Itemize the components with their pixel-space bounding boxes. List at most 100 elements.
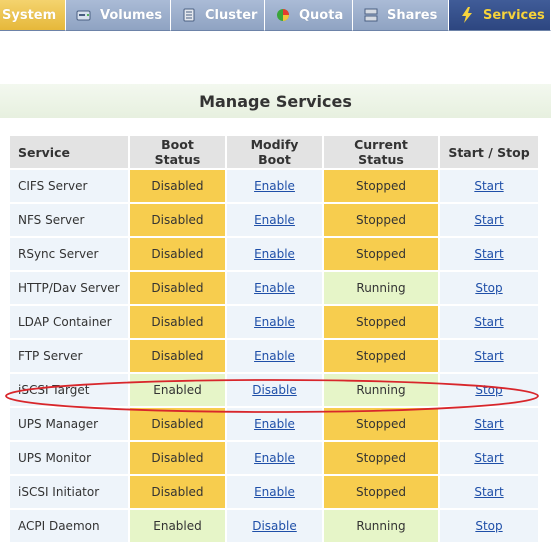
cluster-icon bbox=[181, 8, 197, 22]
modify-boot-link[interactable]: Enable bbox=[254, 451, 295, 465]
start-stop-cell: Start bbox=[440, 306, 538, 338]
page-title: Manage Services bbox=[0, 84, 551, 118]
table-row: CIFS Server Disabled Enable Stopped Start bbox=[10, 170, 538, 202]
start-stop-cell: Stop bbox=[440, 272, 538, 304]
tab-cluster[interactable]: Cluster bbox=[171, 0, 265, 31]
shares-icon bbox=[363, 8, 379, 22]
boot-status: Disabled bbox=[130, 476, 225, 508]
boot-status: Disabled bbox=[130, 170, 225, 202]
modify-boot-link[interactable]: Enable bbox=[254, 247, 295, 261]
modify-boot-link[interactable]: Enable bbox=[254, 417, 295, 431]
col-header-modify-boot: Modify Boot bbox=[227, 136, 322, 168]
modify-boot-cell: Enable bbox=[227, 170, 322, 202]
tab-volumes[interactable]: Volumes bbox=[66, 0, 171, 31]
current-status: Stopped bbox=[324, 442, 438, 474]
modify-boot-cell: Enable bbox=[227, 272, 322, 304]
modify-boot-link[interactable]: Disable bbox=[252, 383, 297, 397]
tab-services[interactable]: Services bbox=[449, 0, 551, 31]
quota-icon bbox=[275, 8, 291, 22]
boot-status: Enabled bbox=[130, 510, 225, 542]
modify-boot-link[interactable]: Enable bbox=[254, 281, 295, 295]
volumes-icon bbox=[76, 8, 92, 22]
start-stop-cell: Stop bbox=[440, 510, 538, 542]
table-row: iSCSI Target Enabled Disable Running Stop bbox=[10, 374, 538, 406]
service-name: HTTP/Dav Server bbox=[10, 272, 128, 304]
table-row: UPS Monitor Disabled Enable Stopped Start bbox=[10, 442, 538, 474]
service-name: ACPI Daemon bbox=[10, 510, 128, 542]
col-header-boot-status: Boot Status bbox=[130, 136, 225, 168]
col-header-service: Service bbox=[10, 136, 128, 168]
tab-volumes-label: Volumes bbox=[100, 7, 163, 23]
start-stop-cell: Start bbox=[440, 204, 538, 236]
current-status: Stopped bbox=[324, 170, 438, 202]
boot-status: Disabled bbox=[130, 306, 225, 338]
start-stop-cell: Start bbox=[440, 170, 538, 202]
start-stop-link[interactable]: Start bbox=[474, 213, 503, 227]
col-header-start-stop: Start / Stop bbox=[440, 136, 538, 168]
tab-shares-label: Shares bbox=[387, 7, 438, 23]
start-stop-link[interactable]: Stop bbox=[475, 383, 502, 397]
modify-boot-link[interactable]: Enable bbox=[254, 315, 295, 329]
table-row: NFS Server Disabled Enable Stopped Start bbox=[10, 204, 538, 236]
table-header-row: Service Boot Status Modify Boot Current … bbox=[10, 136, 538, 168]
modify-boot-cell: Enable bbox=[227, 238, 322, 270]
tab-system[interactable]: System bbox=[0, 0, 66, 31]
service-name: FTP Server bbox=[10, 340, 128, 372]
service-name: UPS Manager bbox=[10, 408, 128, 440]
start-stop-cell: Start bbox=[440, 238, 538, 270]
boot-status: Disabled bbox=[130, 340, 225, 372]
table-row: LDAP Container Disabled Enable Stopped Start bbox=[10, 306, 538, 338]
service-name: UPS Monitor bbox=[10, 442, 128, 474]
boot-status: Enabled bbox=[130, 374, 225, 406]
tab-quota[interactable]: Quota bbox=[265, 0, 353, 31]
boot-status: Disabled bbox=[130, 408, 225, 440]
start-stop-link[interactable]: Start bbox=[474, 179, 503, 193]
tab-quota-label: Quota bbox=[299, 7, 344, 23]
modify-boot-link[interactable]: Enable bbox=[254, 179, 295, 193]
services-table: Service Boot Status Modify Boot Current … bbox=[8, 134, 540, 544]
start-stop-cell: Start bbox=[440, 340, 538, 372]
start-stop-cell: Start bbox=[440, 442, 538, 474]
start-stop-link[interactable]: Start bbox=[474, 247, 503, 261]
start-stop-link[interactable]: Start bbox=[474, 315, 503, 329]
boot-status: Disabled bbox=[130, 238, 225, 270]
service-name: LDAP Container bbox=[10, 306, 128, 338]
main-tab-bar: System Volumes Cluster Quota Shares Serv… bbox=[0, 0, 551, 32]
modify-boot-cell: Enable bbox=[227, 442, 322, 474]
service-name: CIFS Server bbox=[10, 170, 128, 202]
start-stop-link[interactable]: Start bbox=[474, 485, 503, 499]
service-name: iSCSI Target bbox=[10, 374, 128, 406]
table-row: iSCSI Initiator Disabled Enable Stopped Star… bbox=[10, 476, 538, 508]
service-name: RSync Server bbox=[10, 238, 128, 270]
modify-boot-link[interactable]: Enable bbox=[254, 349, 295, 363]
modify-boot-link[interactable]: Enable bbox=[254, 485, 295, 499]
tab-shares[interactable]: Shares bbox=[353, 0, 449, 31]
modify-boot-link[interactable]: Disable bbox=[252, 519, 297, 533]
table-row: FTP Server Disabled Enable Stopped Start bbox=[10, 340, 538, 372]
start-stop-cell: Start bbox=[440, 476, 538, 508]
start-stop-link[interactable]: Start bbox=[474, 451, 503, 465]
col-header-current-status: Current Status bbox=[324, 136, 438, 168]
start-stop-link[interactable]: Start bbox=[474, 417, 503, 431]
boot-status: Disabled bbox=[130, 272, 225, 304]
current-status: Running bbox=[324, 374, 438, 406]
start-stop-cell: Stop bbox=[440, 374, 538, 406]
modify-boot-cell: Enable bbox=[227, 306, 322, 338]
modify-boot-cell: Disable bbox=[227, 510, 322, 542]
modify-boot-cell: Enable bbox=[227, 340, 322, 372]
modify-boot-link[interactable]: Enable bbox=[254, 213, 295, 227]
current-status: Stopped bbox=[324, 306, 438, 338]
current-status: Stopped bbox=[324, 204, 438, 236]
start-stop-link[interactable]: Start bbox=[474, 349, 503, 363]
start-stop-link[interactable]: Stop bbox=[475, 519, 502, 533]
start-stop-link[interactable]: Stop bbox=[475, 281, 502, 295]
service-name: NFS Server bbox=[10, 204, 128, 236]
service-name: iSCSI Initiator bbox=[10, 476, 128, 508]
table-row: HTTP/Dav Server Disabled Enable Running Stop bbox=[10, 272, 538, 304]
modify-boot-cell: Disable bbox=[227, 374, 322, 406]
current-status: Running bbox=[324, 272, 438, 304]
tab-cluster-label: Cluster bbox=[205, 7, 258, 23]
tab-system-label: System bbox=[2, 7, 57, 23]
current-status: Stopped bbox=[324, 476, 438, 508]
lightning-icon bbox=[459, 7, 475, 23]
